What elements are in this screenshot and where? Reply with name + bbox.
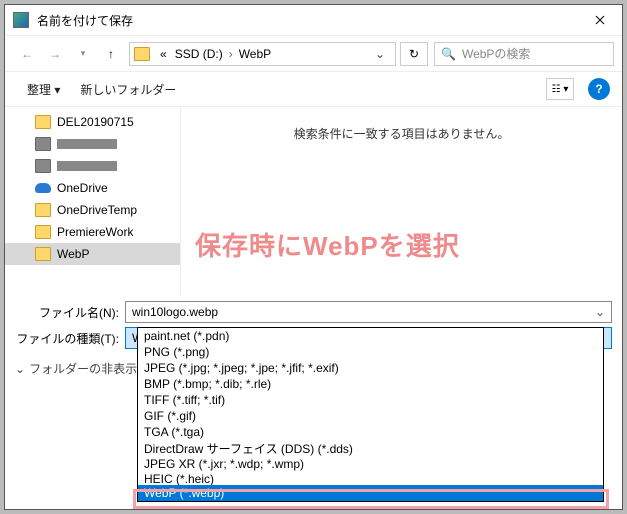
tree-node[interactable]: PremiereWork <box>5 221 180 243</box>
tree-label <box>57 139 117 149</box>
filetype-option[interactable]: TIFF (*.tiff; *.tif) <box>138 392 603 408</box>
filetype-option[interactable]: BMP (*.bmp; *.dib; *.rle) <box>138 376 603 392</box>
titlebar: 名前を付けて保存 <box>5 5 622 35</box>
up-button[interactable]: ↑ <box>99 42 123 66</box>
search-icon: 🔍 <box>441 47 456 61</box>
chevron-down-icon: ⌄ <box>15 362 25 376</box>
help-button[interactable]: ? <box>588 78 610 100</box>
filetype-option[interactable]: HEIC (*.heic) <box>138 472 603 485</box>
toolbar: 整理 ▾ 新しいフォルダー ☷ ▾ ? <box>5 71 622 107</box>
close-icon <box>595 15 605 25</box>
breadcrumb-prefix[interactable]: « <box>156 47 171 61</box>
tree-node[interactable] <box>5 133 180 155</box>
tree-node[interactable]: OneDrive <box>5 177 180 199</box>
tree-label: PremiereWork <box>57 225 133 239</box>
folder-icon <box>35 247 51 261</box>
refresh-button[interactable]: ↻ <box>400 42 428 66</box>
tree-label: DEL20190715 <box>57 115 134 129</box>
organize-menu[interactable]: 整理 ▾ <box>17 77 70 102</box>
filetype-option[interactable]: PNG (*.png) <box>138 344 603 360</box>
new-folder-button[interactable]: 新しいフォルダー <box>70 77 186 102</box>
tree-node[interactable]: OneDriveTemp <box>5 199 180 221</box>
filename-label: ファイル名(N): <box>15 304 125 321</box>
redact-icon <box>35 137 51 151</box>
redact-icon <box>35 159 51 173</box>
file-list[interactable]: 検索条件に一致する項目はありません。 <box>180 107 622 295</box>
hide-folders-toggle[interactable]: ⌄ フォルダーの非表示 <box>15 360 137 377</box>
close-button[interactable] <box>577 5 622 35</box>
address-dropdown-icon[interactable]: ⌄ <box>369 47 391 61</box>
tree-label: WebP <box>57 247 89 261</box>
filetype-option[interactable]: JPEG XR (*.jxr; *.wdp; *.wmp) <box>138 456 603 472</box>
filetype-option[interactable]: TGA (*.tga) <box>138 424 603 440</box>
breadcrumb-drive[interactable]: SSD (D:) <box>171 47 227 61</box>
folder-tree[interactable]: DEL20190715 OneDrive OneDriveTemp PremiereW… <box>5 107 180 295</box>
folder-icon <box>35 115 51 129</box>
chevron-down-icon[interactable]: ⌄ <box>595 305 605 319</box>
folder-icon <box>35 203 51 217</box>
navbar: ← → ▾ ↑ « SSD (D:) › WebP ⌄ ↻ 🔍 WebPの検索 <box>5 35 622 71</box>
recent-dropdown[interactable]: ▾ <box>71 42 95 66</box>
search-placeholder: WebPの検索 <box>462 45 530 62</box>
app-icon <box>13 12 29 28</box>
tree-node[interactable]: WebP <box>5 243 180 265</box>
forward-button[interactable]: → <box>43 42 67 66</box>
view-mode-button[interactable]: ☷ ▾ <box>546 78 574 100</box>
filename-input[interactable]: win10logo.webp ⌄ <box>125 301 612 323</box>
filetype-option[interactable]: JPEG (*.jpg; *.jpeg; *.jpe; *.jfif; *.ex… <box>138 360 603 376</box>
tree-node[interactable] <box>5 155 180 177</box>
annotation-overlay: 保存時にWebPを選択 <box>195 226 460 263</box>
breadcrumb-folder[interactable]: WebP <box>235 47 275 61</box>
tree-label <box>57 161 117 171</box>
tree-node[interactable]: DEL20190715 <box>5 111 180 133</box>
empty-message: 検索条件に一致する項目はありません。 <box>181 125 622 142</box>
filetype-dropdown[interactable]: paint.net (*.pdn)PNG (*.png)JPEG (*.jpg;… <box>137 327 604 502</box>
address-bar[interactable]: « SSD (D:) › WebP ⌄ <box>129 42 396 66</box>
folder-icon <box>134 47 150 61</box>
filetype-option[interactable]: DirectDraw サーフェイス (DDS) (*.dds) <box>138 440 603 456</box>
search-input[interactable]: 🔍 WebPの検索 <box>434 42 614 66</box>
tree-label: OneDriveTemp <box>57 203 137 217</box>
breadcrumb-sep: › <box>227 47 235 61</box>
filetype-option[interactable]: paint.net (*.pdn) <box>138 328 603 344</box>
body: DEL20190715 OneDrive OneDriveTemp PremiereW… <box>5 107 622 295</box>
onedrive-icon <box>35 181 51 195</box>
filetype-option[interactable]: GIF (*.gif) <box>138 408 603 424</box>
back-button[interactable]: ← <box>15 42 39 66</box>
filetype-label: ファイルの種類(T): <box>15 330 125 347</box>
window-title: 名前を付けて保存 <box>37 12 577 29</box>
tree-label: OneDrive <box>57 181 108 195</box>
folder-icon <box>35 225 51 239</box>
filetype-option[interactable]: WebP (*.webp) <box>138 485 603 501</box>
